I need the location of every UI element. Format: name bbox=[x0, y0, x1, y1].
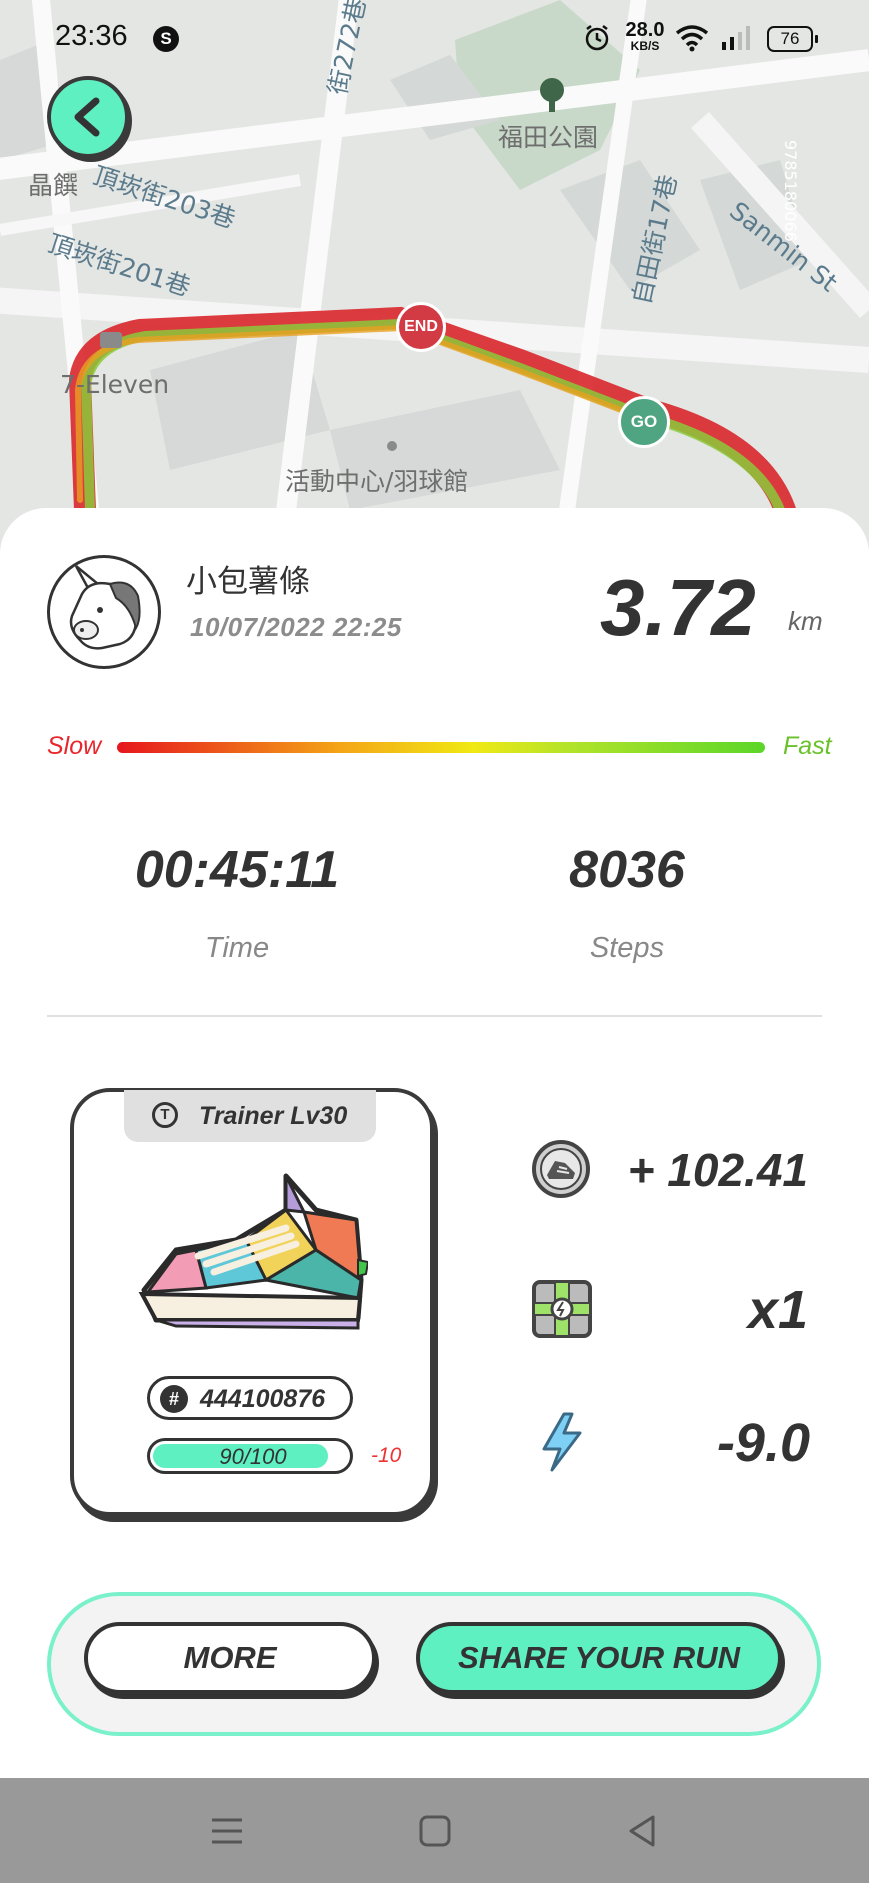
more-button[interactable]: MORE bbox=[84, 1622, 376, 1694]
network-speed: 28.0 KB/S bbox=[620, 20, 670, 52]
app-notification-icon: S bbox=[153, 26, 179, 52]
end-marker: END bbox=[396, 302, 446, 352]
home-icon[interactable] bbox=[418, 1814, 452, 1848]
map-label-jingzhuan: 晶饌 bbox=[28, 171, 79, 200]
hash-icon: # bbox=[160, 1385, 188, 1413]
user-name: 小包薯條 bbox=[186, 564, 310, 600]
back-nav-icon[interactable] bbox=[625, 1814, 659, 1848]
sneaker-type-tab: T Trainer Lv30 bbox=[124, 1090, 376, 1142]
wifi-icon bbox=[675, 25, 709, 52]
chevron-left-icon bbox=[74, 97, 100, 137]
network-speed-value: 28.0 bbox=[625, 19, 665, 41]
route-map[interactable]: 福田公園 晶饌 頂崁街203巷 頂崁街201巷 街272巷 自田街17巷 7-E… bbox=[0, 0, 869, 560]
share-run-button[interactable]: SHARE YOUR RUN bbox=[416, 1622, 782, 1694]
steps-value: 8036 bbox=[569, 841, 685, 899]
unicorn-avatar-icon bbox=[69, 565, 141, 650]
mystery-box-icon bbox=[532, 1280, 592, 1338]
mystery-box-value: x1 bbox=[747, 1280, 808, 1340]
system-nav-bar bbox=[0, 1778, 869, 1883]
map-label-activity-center: 活動中心/羽球館 bbox=[285, 467, 469, 496]
divider bbox=[47, 1015, 822, 1017]
sneaker-id-badge: # 444100876 bbox=[147, 1376, 353, 1420]
battery-indicator: 76 bbox=[767, 26, 818, 52]
distance-value: 3.72 bbox=[600, 563, 756, 652]
sneaker-image bbox=[138, 1173, 368, 1330]
back-button[interactable] bbox=[47, 76, 129, 158]
status-bar: 23:36 S 28.0 KB/S 76 bbox=[0, 0, 869, 76]
run-date: 10/07/2022 22:25 bbox=[190, 612, 402, 642]
network-speed-unit: KB/S bbox=[630, 39, 660, 53]
map-label-seven-eleven: 7-Eleven bbox=[60, 370, 170, 399]
gst-reward-value: + 102.41 bbox=[627, 1144, 808, 1196]
time-value: 00:45:11 bbox=[134, 841, 340, 899]
sneaker-id: 444100876 bbox=[200, 1385, 326, 1413]
status-time: 23:36 bbox=[55, 20, 128, 52]
speed-legend-slow: Slow bbox=[47, 732, 102, 760]
energy-bolt-icon bbox=[542, 1412, 582, 1472]
time-label: Time bbox=[204, 932, 270, 964]
steps-label: Steps bbox=[589, 932, 665, 964]
durability-bar: 90/100 bbox=[147, 1438, 353, 1474]
map-watermark: 9785180066 bbox=[781, 140, 800, 242]
signal-icon bbox=[722, 26, 750, 50]
distance-unit: km bbox=[788, 606, 823, 636]
alarm-icon bbox=[585, 25, 609, 51]
energy-value: -9.0 bbox=[716, 1413, 810, 1473]
map-label-park: 福田公園 bbox=[498, 123, 599, 152]
trainer-type-icon: T bbox=[152, 1102, 178, 1128]
avatar[interactable] bbox=[47, 555, 161, 669]
speed-gradient-bar bbox=[117, 742, 765, 753]
speed-legend-fast: Fast bbox=[783, 732, 832, 760]
gst-token-icon bbox=[532, 1140, 590, 1198]
durability-text: 90/100 bbox=[219, 1444, 287, 1469]
recent-apps-icon[interactable] bbox=[210, 1814, 244, 1848]
go-marker: GO bbox=[618, 396, 670, 448]
sneaker-type-level: Trainer Lv30 bbox=[199, 1102, 348, 1130]
durability-delta: -10 bbox=[371, 1444, 402, 1467]
